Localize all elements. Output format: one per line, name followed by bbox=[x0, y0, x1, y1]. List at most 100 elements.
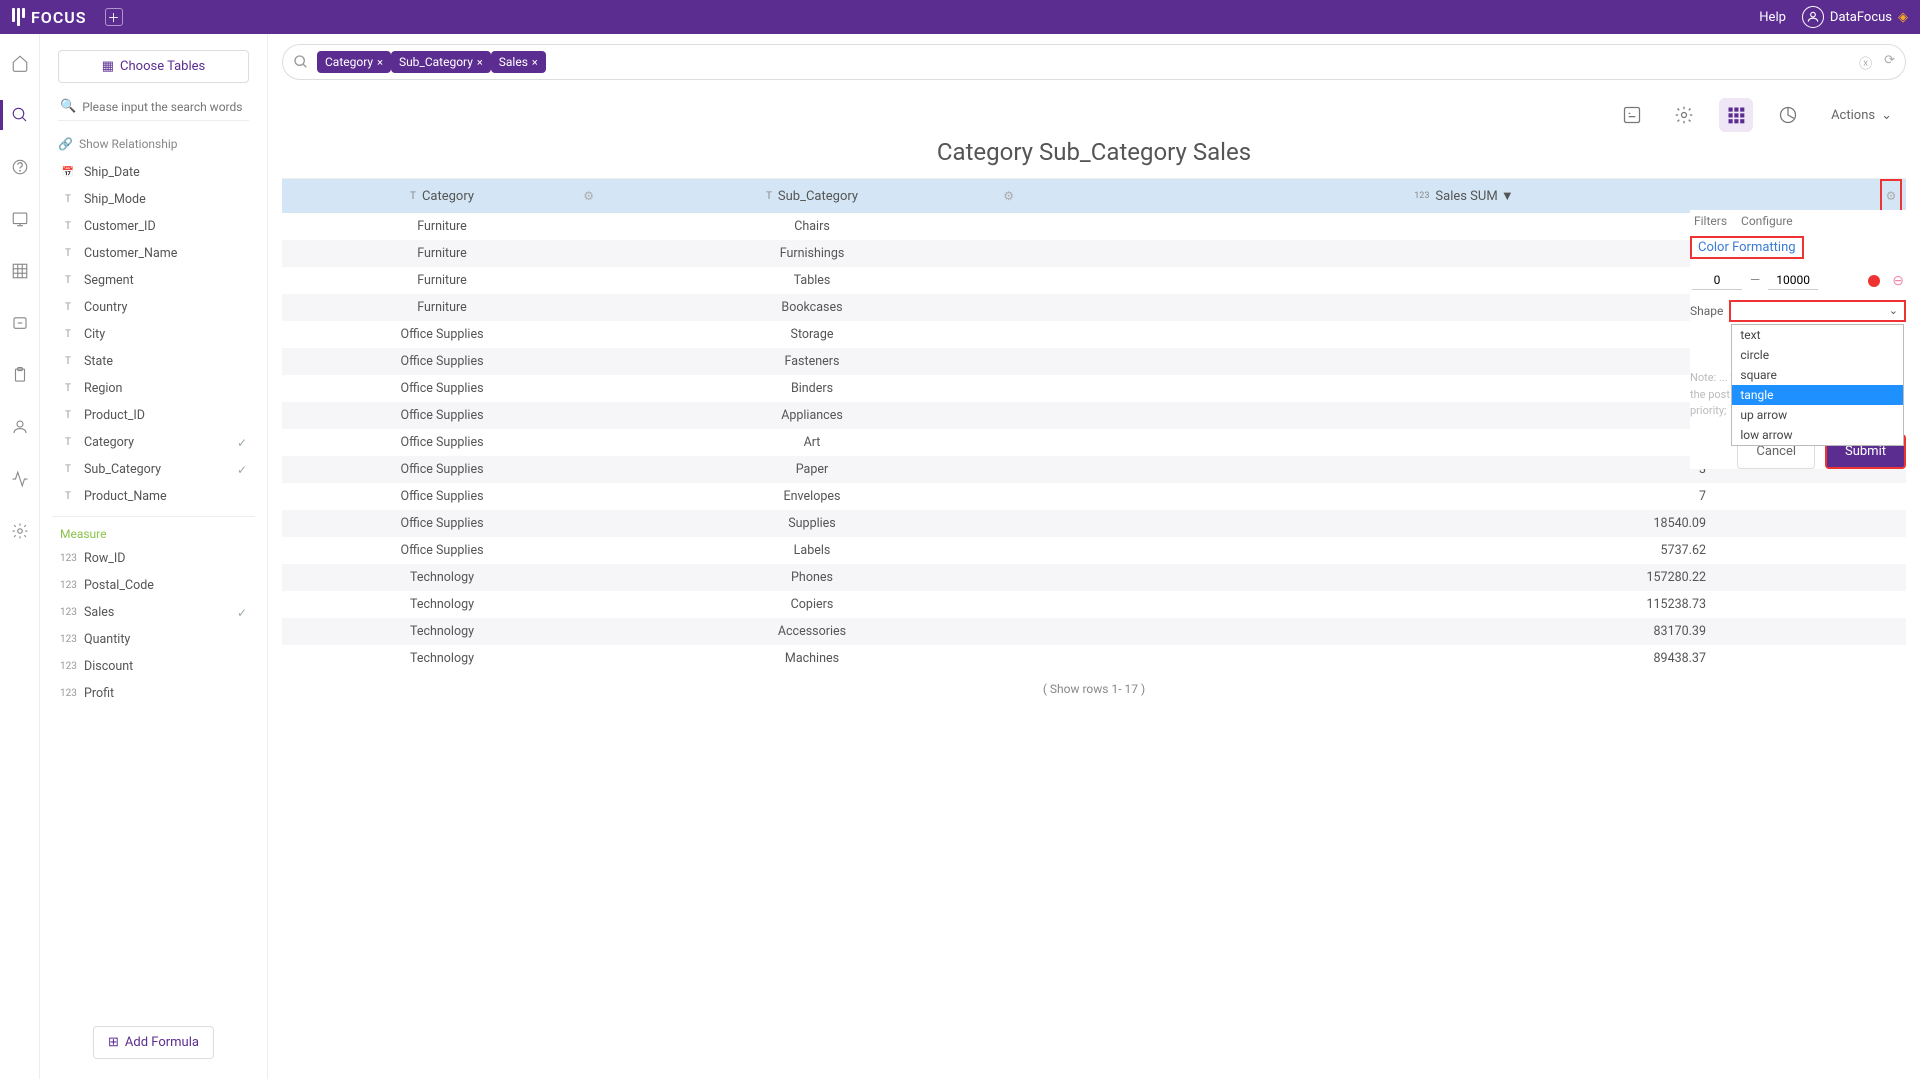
table-row[interactable]: Office SuppliesPaper3 bbox=[282, 456, 1906, 483]
col-header-sales[interactable]: 123Sales SUM ▼ bbox=[1022, 188, 1906, 204]
type-icon: 📅 bbox=[60, 167, 76, 178]
text-type-icon: T bbox=[766, 191, 772, 202]
table-row[interactable]: FurnitureChairs15 bbox=[282, 213, 1906, 240]
dropdown-option[interactable]: tangle bbox=[1732, 385, 1903, 405]
type-icon: 123 bbox=[60, 553, 76, 564]
table-row[interactable]: TechnologyCopiers115238.73 bbox=[282, 591, 1906, 618]
table-row[interactable]: Office SuppliesAppliances5 bbox=[282, 402, 1906, 429]
table-row[interactable]: TechnologyMachines89438.37 bbox=[282, 645, 1906, 672]
rail-grid-icon[interactable] bbox=[9, 260, 31, 282]
table-view-icon[interactable] bbox=[1719, 98, 1753, 132]
plus-icon: ⊞ bbox=[108, 1035, 119, 1050]
field-item[interactable]: TCustomer_ID bbox=[52, 213, 255, 240]
add-tab-button[interactable]: ＋ bbox=[105, 8, 123, 26]
column-settings-button[interactable]: ⚙ bbox=[1880, 179, 1902, 213]
tab-filters[interactable]: Filters bbox=[1694, 214, 1727, 228]
show-relationship-toggle[interactable]: 🔗 Show Relationship bbox=[58, 137, 249, 151]
main-content: Category×Sub_Category×Sales× ⓧ ⟳ Actions… bbox=[268, 34, 1920, 1079]
table-row[interactable]: Office SuppliesLabels5737.62 bbox=[282, 537, 1906, 564]
dropdown-option[interactable]: low arrow bbox=[1732, 425, 1903, 445]
col-header-category[interactable]: TCategory⚙ bbox=[282, 189, 602, 204]
table-row[interactable]: FurnitureTables8 bbox=[282, 267, 1906, 294]
table-row[interactable]: Office SuppliesArt1 bbox=[282, 429, 1906, 456]
user-avatar-icon bbox=[1802, 6, 1824, 28]
field-item[interactable]: TSegment bbox=[52, 267, 255, 294]
rail-search-icon[interactable] bbox=[9, 104, 31, 126]
field-item[interactable]: TShip_Mode bbox=[52, 186, 255, 213]
table-row[interactable]: TechnologyAccessories83170.39 bbox=[282, 618, 1906, 645]
field-item[interactable]: 123Postal_Code bbox=[52, 572, 255, 599]
col-header-subcategory[interactable]: TSub_Category⚙ bbox=[602, 189, 1022, 204]
search-pill[interactable]: Category× bbox=[317, 51, 391, 73]
field-item[interactable]: 123Profit bbox=[52, 680, 255, 707]
range-from-input[interactable] bbox=[1692, 271, 1742, 290]
clear-icon[interactable]: ⓧ bbox=[1859, 53, 1872, 72]
rail-clipboard-icon[interactable] bbox=[9, 364, 31, 386]
field-item[interactable]: TProduct_ID bbox=[52, 402, 255, 429]
rail-chart-icon[interactable] bbox=[9, 208, 31, 230]
help-link[interactable]: Help bbox=[1759, 10, 1786, 25]
table-row[interactable]: Office SuppliesStorage10 bbox=[282, 321, 1906, 348]
close-icon[interactable]: × bbox=[377, 56, 383, 69]
add-formula-button[interactable]: ⊞ Add Formula bbox=[93, 1026, 214, 1059]
user-menu[interactable]: DataFocus ◈ bbox=[1802, 6, 1908, 28]
show-relationship-label: Show Relationship bbox=[79, 137, 178, 151]
field-item[interactable]: 123Row_ID bbox=[52, 545, 255, 572]
refresh-icon[interactable]: ⟳ bbox=[1884, 53, 1895, 72]
field-item[interactable]: 123Discount bbox=[52, 653, 255, 680]
field-item[interactable]: TSub_Category✓ bbox=[52, 456, 255, 483]
shape-select[interactable]: ⌄ textcirclesquaretangleup arrowlow arro… bbox=[1729, 300, 1906, 322]
search-pill[interactable]: Sales× bbox=[491, 51, 546, 73]
dropdown-option[interactable]: circle bbox=[1732, 345, 1903, 365]
color-formatting-header[interactable]: Color Formatting bbox=[1690, 236, 1804, 259]
remove-rule-icon[interactable]: ⊖ bbox=[1892, 273, 1904, 289]
choose-tables-button[interactable]: ▦ Choose Tables bbox=[58, 50, 249, 83]
gear-icon[interactable]: ⚙ bbox=[1003, 189, 1014, 203]
gear-icon[interactable]: ⚙ bbox=[583, 189, 594, 203]
table-row[interactable]: FurnitureBookcases4 bbox=[282, 294, 1906, 321]
table-row[interactable]: Office SuppliesBinders9 bbox=[282, 375, 1906, 402]
field-item[interactable]: TState bbox=[52, 348, 255, 375]
check-icon: ✓ bbox=[237, 606, 247, 620]
dropdown-option[interactable]: square bbox=[1732, 365, 1903, 385]
table-row[interactable]: Office SuppliesSupplies18540.09 bbox=[282, 510, 1906, 537]
dropdown-option[interactable]: up arrow bbox=[1732, 405, 1903, 425]
field-item[interactable]: TRegion bbox=[52, 375, 255, 402]
rail-activity-icon[interactable] bbox=[9, 468, 31, 490]
field-item[interactable]: TCity bbox=[52, 321, 255, 348]
settings-icon[interactable] bbox=[1667, 98, 1701, 132]
field-search-input[interactable] bbox=[82, 100, 247, 114]
field-search[interactable]: 🔍 bbox=[58, 93, 249, 121]
field-item[interactable]: 📅Ship_Date bbox=[52, 159, 255, 186]
search-pill[interactable]: Sub_Category× bbox=[391, 51, 491, 73]
query-search-bar[interactable]: Category×Sub_Category×Sales× ⓧ ⟳ bbox=[282, 44, 1906, 80]
ask-icon[interactable] bbox=[1615, 98, 1649, 132]
field-item[interactable]: TCustomer_Name bbox=[52, 240, 255, 267]
chart-type-icon[interactable] bbox=[1771, 98, 1805, 132]
table-row[interactable]: TechnologyPhones157280.22 bbox=[282, 564, 1906, 591]
color-swatch[interactable] bbox=[1868, 275, 1880, 287]
table-row[interactable]: Office SuppliesEnvelopes7 bbox=[282, 483, 1906, 510]
actions-menu[interactable]: Actions ⌄ bbox=[1823, 102, 1900, 129]
table-row[interactable]: FurnitureFurnishings25 bbox=[282, 240, 1906, 267]
rail-user-icon[interactable] bbox=[9, 416, 31, 438]
app-logo[interactable]: FOCUS bbox=[12, 8, 87, 27]
type-icon: T bbox=[60, 221, 76, 232]
field-item[interactable]: 123Sales✓ bbox=[52, 599, 255, 626]
table-row[interactable]: Office SuppliesFasteners1 bbox=[282, 348, 1906, 375]
field-item[interactable]: TCategory✓ bbox=[52, 429, 255, 456]
tab-configure[interactable]: Configure bbox=[1741, 214, 1793, 228]
field-item[interactable]: TCountry bbox=[52, 294, 255, 321]
rail-home-icon[interactable] bbox=[9, 52, 31, 74]
close-icon[interactable]: × bbox=[532, 56, 538, 69]
rail-help-icon[interactable] bbox=[9, 156, 31, 178]
field-item[interactable]: TProduct_Name bbox=[52, 483, 255, 510]
field-item[interactable]: 123Quantity bbox=[52, 626, 255, 653]
dropdown-option[interactable]: text bbox=[1732, 325, 1903, 345]
rail-settings-icon[interactable] bbox=[9, 520, 31, 542]
rail-box-icon[interactable] bbox=[9, 312, 31, 334]
close-icon[interactable]: × bbox=[477, 56, 483, 69]
range-to-input[interactable] bbox=[1768, 271, 1818, 290]
type-icon: T bbox=[60, 383, 76, 394]
page-title: Category Sub_Category Sales bbox=[282, 138, 1906, 166]
